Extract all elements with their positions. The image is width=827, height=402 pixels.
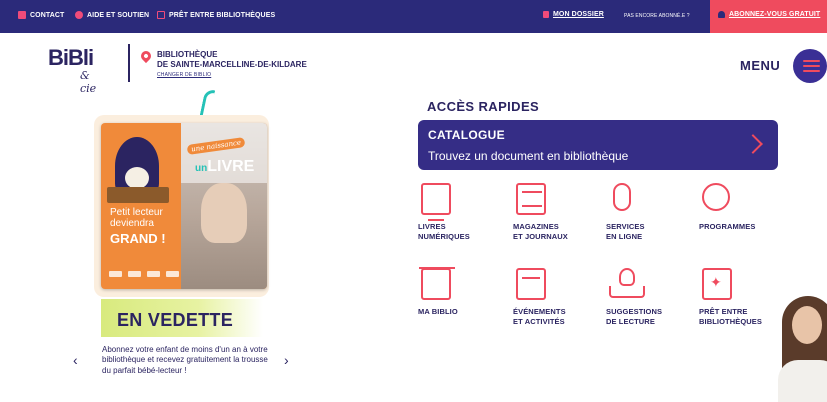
catalogue-title: CATALOGUE [428, 128, 505, 142]
tile-services[interactable]: SERVICES EN LIGNE [606, 183, 686, 253]
next-arrow-icon[interactable]: › [284, 352, 289, 368]
lightbulb-book-icon [609, 268, 645, 300]
menu-label[interactable]: MENU [740, 58, 780, 73]
newspaper-icon [516, 183, 546, 215]
building-icon [419, 267, 455, 300]
book-star-icon [702, 268, 732, 300]
logo-subtext: & cie [80, 69, 97, 95]
feature-title: EN VEDETTE [117, 310, 234, 330]
feature-description: Abonnez votre enfant de moins d'un an à … [102, 345, 268, 375]
tile-label: SERVICES EN LIGNE [606, 222, 645, 241]
top-bar: CONTACT AIDE ET SOUTIEN PRÊT ENTRE BIBLI… [0, 0, 827, 33]
user-icon [718, 11, 725, 18]
mouse-icon [613, 183, 631, 211]
partner-logos [109, 271, 179, 281]
chest-illustration [107, 187, 169, 203]
menu-button[interactable] [793, 49, 827, 83]
help-icon [75, 11, 83, 19]
tile-programmes[interactable]: PROGRAMMES [699, 183, 779, 253]
card-livre: unLIVRE [195, 158, 254, 176]
chevron-right-icon [743, 134, 763, 154]
tile-livres-numeriques[interactable]: LIVRES NUMÉRIQUES [418, 183, 498, 253]
tile-label: MAGAZINES ET JOURNAUX [513, 222, 568, 241]
subscribe-label: ABONNEZ-VOUS GRATUIT [729, 11, 821, 18]
location-pin-icon [138, 48, 154, 64]
library-name-line2: DE SAINTE-MARCELLINE-DE-KILDARE [157, 60, 307, 69]
hamburger-line [803, 70, 820, 72]
tile-label: LIVRES NUMÉRIQUES [418, 222, 470, 241]
subscribe-content: ABONNEZ-VOUS GRATUIT [718, 11, 820, 18]
monitor-book-icon [421, 183, 451, 221]
card-un: un [195, 163, 208, 174]
subscribe-button[interactable]: ABONNEZ-VOUS GRATUIT [710, 0, 827, 33]
card-livre-word: LIVRE [207, 158, 255, 175]
help-link[interactable]: AIDE ET SOUTIEN [75, 11, 149, 19]
header-divider [128, 44, 130, 82]
bibli-logo[interactable]: BiBli & cie [48, 45, 96, 96]
woman-photo [770, 290, 827, 402]
hamburger-line [803, 60, 820, 62]
tile-ma-biblio[interactable]: MA BIBLIO [418, 267, 498, 338]
tile-label: MA BIBLIO [418, 307, 458, 316]
hamburger-line [803, 65, 820, 67]
library-name-line1: BIBLIOTHÈQUE [157, 50, 218, 59]
mail-icon [18, 11, 26, 19]
tile-pret-entre-bibliotheques[interactable]: PRÊT ENTREBIBLIOTHÈQUES [699, 268, 779, 338]
not-subscribed-text: PAS ENCORE ABONNÉ.E ? [624, 13, 690, 19]
logo-text: BiBli [48, 45, 94, 70]
not-subscribed-label: PAS ENCORE ABONNÉ.E ? [624, 13, 690, 19]
interlibrary-loan-label: PRÊT ENTRE BIBLIOTHÈQUES [169, 11, 276, 19]
people-icon [702, 183, 730, 211]
card-text-line2: deviendra [110, 218, 154, 229]
card-text: Petit lecteur deviendra [110, 207, 163, 229]
interlibrary-loan-link[interactable]: PRÊT ENTRE BIBLIOTHÈQUES [157, 11, 275, 19]
book-icon [157, 11, 165, 19]
contact-link[interactable]: CONTACT [18, 11, 64, 19]
my-account-label: MON DOSSIER [553, 11, 604, 18]
feature-card-image[interactable]: une naissance unLIVRE Petit lecteur devi… [101, 123, 267, 289]
lock-icon [543, 11, 549, 18]
contact-label: CONTACT [30, 11, 65, 19]
card-text-emphasis: GRAND ! [110, 231, 166, 246]
tile-evenements[interactable]: ÉVÉNEMENTS ET ACTIVITÉS [513, 268, 593, 338]
catalogue-subtitle: Trouvez un document en bibliothèque [428, 149, 629, 163]
card-text-line1: Petit lecteur [110, 207, 163, 218]
tile-label: SUGGESTIONS DE LECTURE [606, 307, 663, 326]
tile-label: ÉVÉNEMENTS ET ACTIVITÉS [513, 307, 566, 326]
tile-magazines[interactable]: MAGAZINES ET JOURNAUX [513, 183, 593, 253]
tile-label: PROGRAMMES [699, 222, 756, 231]
baby-figure [201, 183, 247, 243]
calendar-icon [516, 268, 546, 300]
woman-face [792, 306, 822, 344]
change-library-link[interactable]: CHANGER DE BIBLIO [157, 72, 211, 78]
library-name: BIBLIOTHÈQUE DE SAINTE-MARCELLINE-DE-KIL… [157, 50, 307, 70]
help-label: AIDE ET SOUTIEN [87, 11, 150, 19]
quick-access-title: ACCÈS RAPIDES [427, 99, 540, 114]
woman-shirt [778, 360, 827, 402]
tile-suggestions[interactable]: SUGGESTIONS DE LECTURE [606, 268, 686, 338]
catalogue-button[interactable]: CATALOGUE Trouvez un document en bibliot… [418, 120, 778, 170]
my-account-link[interactable]: MON DOSSIER [543, 11, 604, 18]
previous-arrow-icon[interactable]: ‹ [73, 352, 78, 368]
